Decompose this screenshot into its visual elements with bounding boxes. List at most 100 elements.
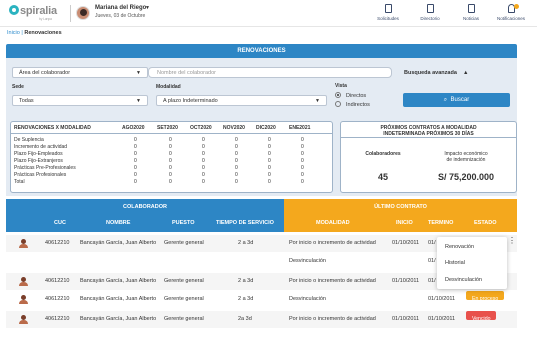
- modalidad-cell: 0: [301, 179, 304, 185]
- area-select[interactable]: Área del colaborador ▼: [12, 67, 148, 78]
- radio-indirectos[interactable]: Indirectos: [335, 101, 370, 108]
- cell-nombre: Bancayán García, Juan Alberto: [80, 278, 157, 284]
- cell-cuc: 40612210: [45, 316, 70, 322]
- modalidad-cell: 0: [235, 165, 238, 171]
- chevron-down-icon[interactable]: ▼: [145, 5, 150, 11]
- search-icon: ⌕: [443, 97, 448, 103]
- breadcrumb-home[interactable]: Inicio: [7, 30, 20, 36]
- person-icon: [19, 315, 28, 324]
- kpi-impacto-value: S/ 75,200.000: [437, 172, 495, 182]
- bottom-fade: [0, 330, 537, 354]
- modalidad-cell: 0: [202, 165, 205, 171]
- modalidad-row-label: Prácticas Pre-Profesionales: [14, 165, 76, 171]
- column-header[interactable]: TIEMPO DE SERVICIO: [216, 215, 274, 232]
- more-options-icon[interactable]: ⋮: [508, 237, 516, 245]
- column-header[interactable]: TERMINO: [428, 215, 453, 232]
- nav-noticias[interactable]: Noticias: [451, 4, 491, 21]
- nav-notificaciones[interactable]: Notificaciones: [491, 4, 531, 21]
- contrato-group-header: ÚLTIMO CONTRATO: [284, 199, 517, 215]
- modalidad-cell: 0: [301, 151, 304, 157]
- kpi-colaboradores-value: 45: [377, 172, 388, 182]
- current-date: Jueves, 03 de Octubre: [95, 13, 146, 19]
- status-badge: Vencido: [466, 311, 497, 322]
- user-name[interactable]: Mariana del Riego: [95, 5, 146, 11]
- modalidad-row: Incremento de actividad 0 0 0 0 0 0: [10, 144, 333, 150]
- colaborador-group-header: COLABORADOR: [6, 199, 284, 215]
- modalidad-cell: 0: [268, 137, 271, 143]
- cell-tiempo: 2 a 3d: [238, 240, 254, 246]
- radio-directos[interactable]: Directos: [335, 92, 366, 99]
- modalidad-cell: 0: [301, 137, 304, 143]
- column-header[interactable]: PUESTO: [172, 215, 195, 232]
- table-row[interactable]: 40612210 Bancayán García, Juan Alberto Ger…: [6, 311, 517, 328]
- page-title: RENOVACIONES: [6, 44, 517, 58]
- name-search-input[interactable]: Nombre del colaborador: [148, 67, 392, 78]
- top-bar: spiralia by Lanpa Mariana del Riego ▼ Jue…: [0, 0, 537, 27]
- column-header[interactable]: NOMBRE: [106, 215, 130, 232]
- modalidad-cell: 0: [268, 151, 271, 157]
- modalidad-row: Plazo Fijo-Extranjeros 0 0 0 0 0 0: [10, 158, 333, 164]
- cell-termino: 01/: [428, 258, 436, 264]
- modalidad-row: Total 0 0 0 0 0 0: [10, 179, 333, 185]
- modalidad-select[interactable]: A plazo Indeterminado ▼: [156, 95, 327, 106]
- menu-item-desvinculacion[interactable]: Desvinculación: [445, 277, 482, 283]
- person-icon: [19, 239, 28, 248]
- modalidad-cell: 0: [235, 179, 238, 185]
- modalidad-row: Plazo Fijo-Empleados 0 0 0 0 0 0: [10, 151, 333, 157]
- column-header[interactable]: CUC: [54, 215, 66, 232]
- cell-modalidad: Desvinculación: [289, 296, 326, 302]
- modalidad-col-header: DIC2020: [256, 125, 276, 131]
- spiralia-logo[interactable]: spiralia by Lanpa: [9, 5, 57, 21]
- table-row[interactable]: 40612210 Bancayán García, Juan Alberto Ger…: [6, 291, 517, 308]
- modalidad-col-header: NOV2020: [223, 125, 245, 131]
- cell-nombre: Bancayán García, Juan Alberto: [80, 240, 157, 246]
- chevron-up-icon: ▲: [463, 70, 469, 76]
- modalidad-cell: 0: [169, 137, 172, 143]
- clipboard-icon: [384, 4, 392, 13]
- modalidad-cell: 0: [134, 151, 137, 157]
- modalidad-cell: 0: [169, 172, 172, 178]
- nav-solicitudes[interactable]: Solicitudes: [368, 4, 408, 21]
- row-context-menu: Renovación Historial Desvinculación: [437, 237, 507, 289]
- chevron-down-icon: ▼: [136, 98, 141, 104]
- modalidad-cell: 0: [202, 179, 205, 185]
- cell-termino: 01/: [428, 278, 436, 284]
- modalidad-cell: 0: [134, 179, 137, 185]
- modalidad-cell: 0: [169, 151, 172, 157]
- cell-cuc: 40612210: [45, 278, 70, 284]
- sede-select[interactable]: Todas ▼: [12, 95, 148, 106]
- modalidad-cell: 0: [169, 144, 172, 150]
- user-avatar[interactable]: [76, 6, 90, 20]
- cell-tiempo: 2 a 3d: [238, 278, 254, 284]
- modalidad-cell: 0: [268, 165, 271, 171]
- cell-termino: 01/10/2011: [428, 316, 456, 322]
- cell-modalidad: Por inicio o incremento de actividad: [289, 240, 376, 246]
- column-header[interactable]: ESTADO: [474, 215, 497, 232]
- cell-inicio: 01/10/2011: [392, 316, 420, 322]
- newspaper-icon: [467, 4, 475, 13]
- kpi-card: PRÓXIMOS CONTRATOS A MODALIDAD INDETERMI…: [340, 121, 517, 193]
- column-header[interactable]: MODALIDAD: [316, 215, 350, 232]
- cell-nombre: Bancayán García, Juan Alberto: [80, 316, 157, 322]
- cell-modalidad: Por inicio o incremento de actividad: [289, 316, 376, 322]
- menu-item-historial[interactable]: Historial: [445, 260, 465, 266]
- cell-modalidad: Desvinculación: [289, 258, 326, 264]
- column-header[interactable]: INICIO: [396, 215, 413, 232]
- cell-inicio: 01/10/2011: [392, 240, 420, 246]
- modalidad-cell: 0: [134, 137, 137, 143]
- modalidad-col-header: ENE2021: [289, 125, 311, 131]
- modalidad-cell: 0: [202, 172, 205, 178]
- chevron-down-icon: ▼: [136, 70, 141, 76]
- search-button[interactable]: ⌕ Buscar: [403, 93, 510, 107]
- cell-puesto: Gerente general: [164, 278, 204, 284]
- modalidad-cell: 0: [235, 172, 238, 178]
- modalidad-cell: 0: [235, 144, 238, 150]
- cell-puesto: Gerente general: [164, 240, 204, 246]
- modalidad-cell: 0: [301, 172, 304, 178]
- vista-label: Vista: [335, 83, 347, 89]
- modalidad-cell: 0: [301, 165, 304, 171]
- person-icon: [19, 295, 28, 304]
- advanced-search-toggle[interactable]: Busqueda avanzada ▲: [404, 70, 468, 76]
- nav-directorio[interactable]: Directorio: [410, 4, 450, 21]
- menu-item-renovacion[interactable]: Renovación: [445, 244, 474, 250]
